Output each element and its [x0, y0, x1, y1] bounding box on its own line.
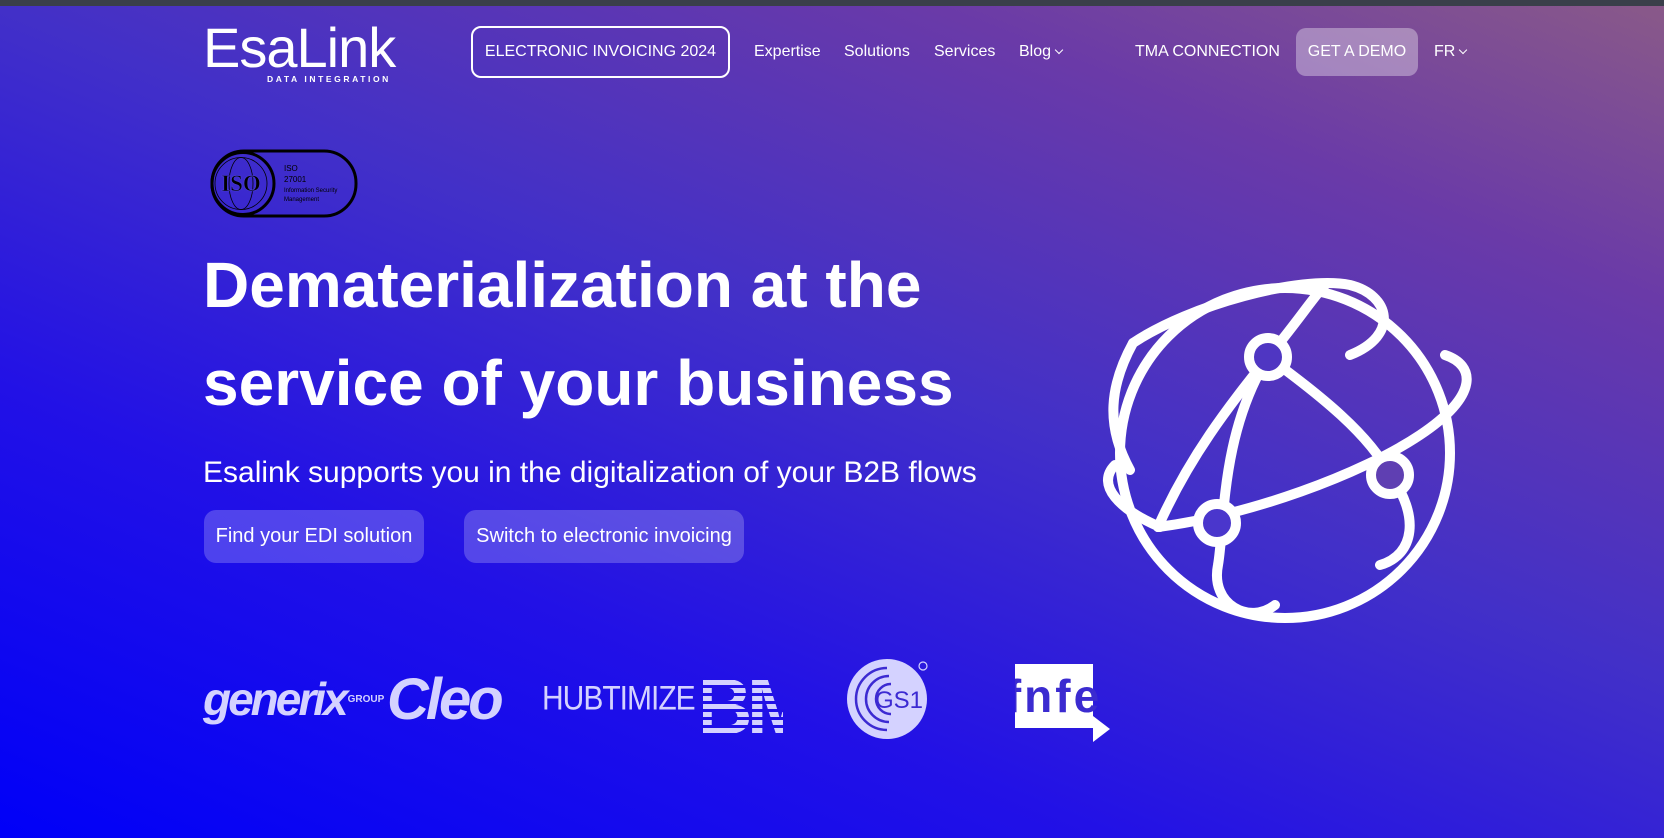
switch-electronic-invoicing-button[interactable]: Switch to electronic invoicing [464, 510, 744, 563]
nav-blog[interactable]: Blog [1019, 42, 1064, 62]
nav-solutions[interactable]: Solutions [844, 42, 910, 62]
iso-27001-badge: ISO ISO 27001 Information Security Manag… [210, 149, 358, 218]
language-label: FR [1434, 43, 1456, 60]
top-border [0, 0, 1664, 6]
svg-text:GS1: GS1 [875, 687, 923, 714]
hero-title-line-1: Dematerialization at the [203, 249, 922, 321]
hubtimize-logo: HUBTIMIZE [542, 679, 696, 718]
generix-group-logo: generix GROUP [203, 656, 384, 742]
svg-text:ISO: ISO [221, 171, 261, 196]
svg-text:Information Security: Information Security [284, 188, 337, 194]
chevron-down-icon [1459, 45, 1468, 55]
logo-wordmark: EsaLink [203, 16, 396, 79]
get-demo-button[interactable]: GET A DEMO [1296, 28, 1418, 76]
nav-blog-label: Blog [1019, 43, 1052, 60]
fnfe-logo: fnfe [1015, 664, 1110, 742]
svg-text:IBM: IBM [703, 662, 783, 740]
nav-electronic-invoicing-2024[interactable]: ELECTRONIC INVOICING 2024 [471, 26, 730, 78]
gs1-logo: GS1 [847, 659, 928, 739]
network-globe-icon [1103, 278, 1472, 623]
find-edi-solution-button[interactable]: Find your EDI solution [204, 510, 424, 563]
hero-title: Dematerialization at the service of your… [203, 236, 1003, 432]
cleo-logo: Cleo [387, 666, 504, 732]
svg-text:ISO: ISO [284, 164, 298, 173]
chevron-down-icon [1054, 45, 1064, 55]
nav-expertise[interactable]: Expertise [754, 42, 821, 62]
logo-tagline: DATA INTEGRATION [267, 74, 391, 84]
generix-wordmark: generix [203, 673, 349, 725]
hero-title-line-2: service of your business [203, 347, 954, 419]
esalink-logo[interactable]: EsaLink DATA INTEGRATION [203, 20, 409, 86]
ibm-logo: IBM [703, 662, 783, 740]
svg-text:27001: 27001 [284, 175, 307, 184]
nav-tma-connection[interactable]: TMA CONNECTION [1135, 42, 1280, 62]
generix-group-label: GROUP [347, 693, 385, 705]
hero-subtitle: Esalink supports you in the digitalizati… [203, 456, 977, 489]
nav-services[interactable]: Services [934, 42, 995, 62]
svg-text:Management: Management [284, 197, 319, 203]
language-selector[interactable]: FR [1434, 42, 1468, 62]
svg-text:fnfe: fnfe [1015, 670, 1102, 722]
